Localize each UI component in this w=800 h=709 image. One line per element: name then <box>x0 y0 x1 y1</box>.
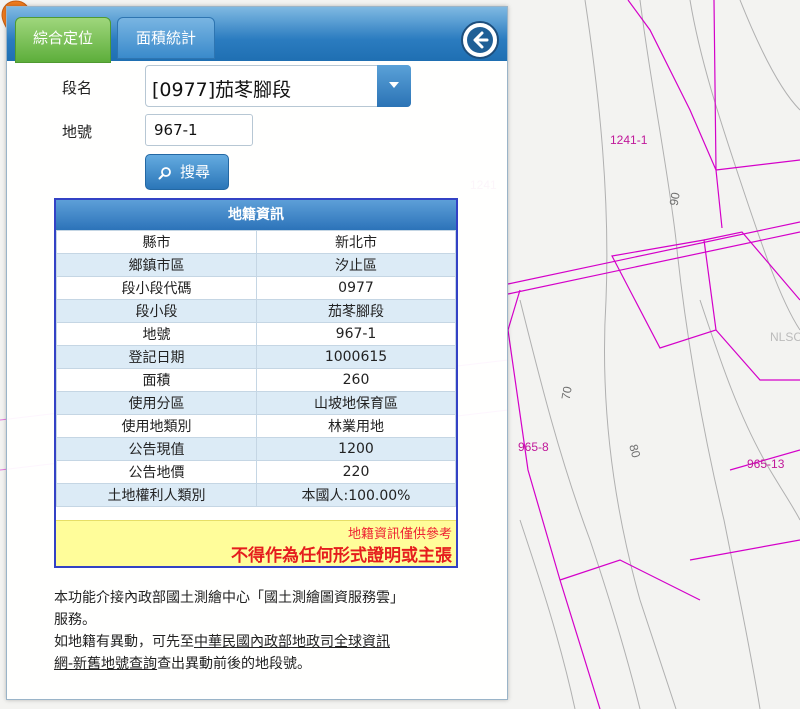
cadastral-query-panel: 綜合定位 面積統計 段名 [0977]茄苳腳段 地號 967-1 搜尋 地籍資訊… <box>6 6 508 700</box>
tab-bar: 綜合定位 面積統計 <box>7 7 507 63</box>
tab-area-statistics[interactable]: 面積統計 <box>117 17 215 59</box>
dlr-website-link[interactable]: 中華民國內政部地政司全球資訊 <box>194 634 390 650</box>
disclaimer-box: 地籍資訊僅供參考 不得作為任何形式證明或主張 <box>56 520 456 566</box>
info-row: 面積 260 <box>56 368 456 392</box>
info-row-key: 登記日期 <box>56 345 257 369</box>
info-row-key: 鄉鎮市區 <box>56 253 257 277</box>
description-line: 如地籍有異動，可先至中華民國內政部地政司全球資訊 <box>54 631 474 653</box>
section-label: 段名 <box>62 79 93 97</box>
info-row: 縣市 新北市 <box>56 230 456 254</box>
description-text: 本功能介接內政部國土測繪中心「國土測繪圖資服務雲」 服務。 如地籍有異動，可先至… <box>54 587 474 675</box>
reference-only-note: 地籍資訊僅供參考 <box>347 527 452 542</box>
section-select-value: [0977]茄苳腳段 <box>152 79 292 101</box>
description-text-fragment: 查出異動前後的地段號。 <box>157 656 312 672</box>
info-row-value: 220 <box>256 460 456 484</box>
parcel-number-input[interactable]: 967-1 <box>145 114 253 146</box>
cadastral-info-table: 縣市 新北市 鄉鎮市區 汐止區 段小段代碼 0977 段小段 茄苳腳段 地號 967-1 登記日期 1… <box>56 230 456 507</box>
info-row: 段小段代碼 0977 <box>56 276 456 300</box>
info-row-value: 茄苳腳段 <box>256 299 456 323</box>
info-row-value: 0977 <box>256 276 456 300</box>
info-row-value: 1000615 <box>256 345 456 369</box>
info-row: 使用分區 山坡地保育區 <box>56 391 456 415</box>
map-parcel-label: 965-8 <box>518 440 549 454</box>
info-row: 使用地類別 林業用地 <box>56 414 456 438</box>
map-parcel-label: 1241-1 <box>610 133 648 147</box>
description-line: 網-新舊地號查詢查出異動前後的地段號。 <box>54 653 474 675</box>
info-row: 段小段 茄苳腳段 <box>56 299 456 323</box>
map-contour-label: 70 <box>558 385 575 401</box>
map-watermark-label: NLSC <box>770 330 800 344</box>
info-row-key: 段小段 <box>56 299 257 323</box>
back-button[interactable] <box>461 21 499 59</box>
info-row-value: 967-1 <box>256 322 456 346</box>
info-row: 公告現值 1200 <box>56 437 456 461</box>
info-row: 鄉鎮市區 汐止區 <box>56 253 456 277</box>
map-contour-label: 90 <box>666 191 683 207</box>
info-row-key: 縣市 <box>56 230 257 254</box>
arrow-left-icon <box>467 27 493 53</box>
map-parcel-label: 965-13 <box>747 457 785 471</box>
info-row-value: 本國人:100.00% <box>256 483 456 507</box>
info-row-value: 260 <box>256 368 456 392</box>
info-row-key: 使用分區 <box>56 391 257 415</box>
section-select[interactable]: [0977]茄苳腳段 <box>145 65 411 107</box>
old-new-parcel-lookup-link[interactable]: 網-新舊地號查詢 <box>54 656 157 672</box>
info-row: 公告地價 220 <box>56 460 456 484</box>
chevron-down-icon <box>389 82 399 88</box>
search-button-label: 搜尋 <box>180 163 211 181</box>
info-row-key: 使用地類別 <box>56 414 257 438</box>
info-row-value: 1200 <box>256 437 456 461</box>
info-row-value: 新北市 <box>256 230 456 254</box>
info-row-value: 山坡地保育區 <box>256 391 456 415</box>
info-row-value: 林業用地 <box>256 414 456 438</box>
info-row-key: 面積 <box>56 368 257 392</box>
info-row: 地號 967-1 <box>56 322 456 346</box>
info-row-key: 段小段代碼 <box>56 276 257 300</box>
info-row-key: 公告現值 <box>56 437 257 461</box>
description-line: 服務。 <box>54 612 96 628</box>
no-proof-warning: 不得作為任何形式證明或主張 <box>231 546 452 566</box>
tab-comprehensive-locate[interactable]: 綜合定位 <box>15 17 111 63</box>
info-row-key: 土地權利人類別 <box>56 483 257 507</box>
search-icon <box>158 167 171 180</box>
description-text-fragment: 如地籍有異動，可先至 <box>54 634 194 650</box>
dropdown-arrow[interactable] <box>377 65 411 107</box>
info-row: 土地權利人類別 本國人:100.00% <box>56 483 456 507</box>
cadastral-info-title: 地籍資訊 <box>56 200 456 230</box>
info-row: 登記日期 1000615 <box>56 345 456 369</box>
cadastral-info-box: 地籍資訊 縣市 新北市 鄉鎮市區 汐止區 段小段代碼 0977 段小段 茄苳腳段 地號 967-1… <box>54 198 458 568</box>
info-row-key: 公告地價 <box>56 460 257 484</box>
info-row-value: 汐止區 <box>256 253 456 277</box>
info-row-key: 地號 <box>56 322 257 346</box>
parcel-number-label: 地號 <box>62 123 93 141</box>
search-button[interactable]: 搜尋 <box>145 154 229 190</box>
description-line: 本功能介接內政部國土測繪中心「國土測繪圖資服務雲」 <box>54 590 404 606</box>
